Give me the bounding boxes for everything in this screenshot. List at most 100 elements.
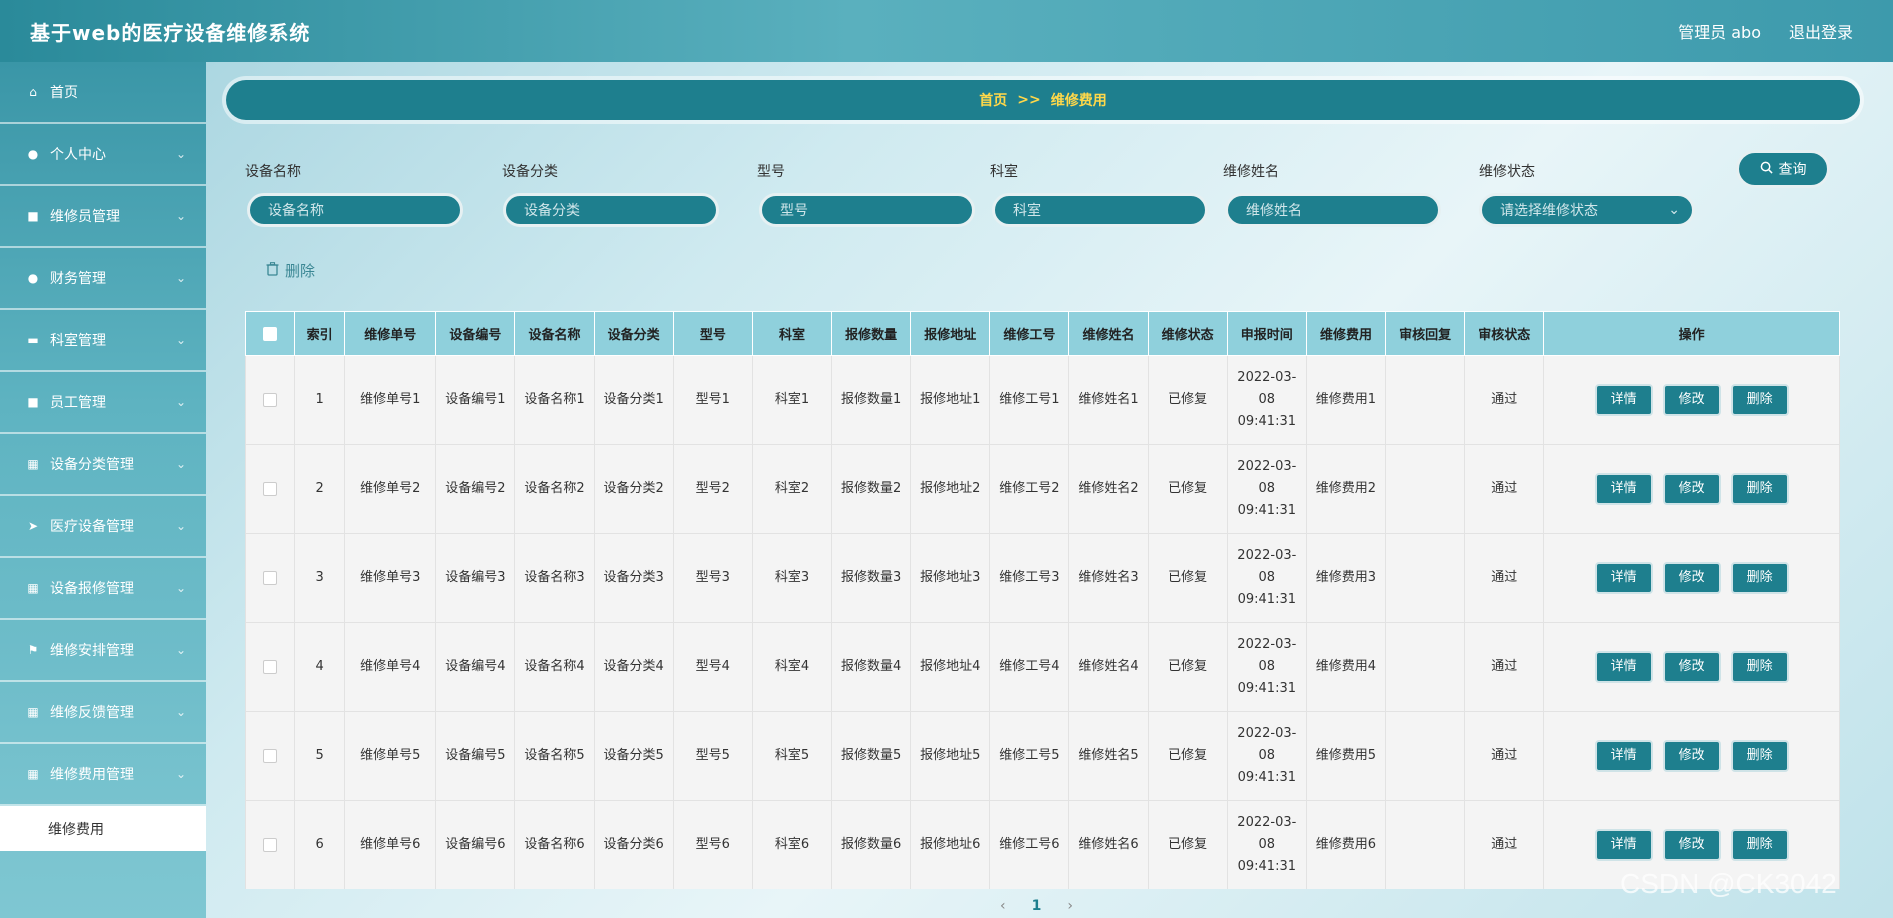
page-number[interactable]: 1: [1032, 898, 1042, 914]
cell-cat: 设备分类3: [593, 533, 674, 623]
cell-qty: 报修数量6: [831, 800, 912, 889]
detail-button[interactable]: 详情: [1594, 740, 1653, 772]
cell-name: 设备名称2: [514, 444, 595, 534]
cell-wname: 维修姓名4: [1068, 622, 1149, 712]
prev-page-button[interactable]: ‹: [1000, 898, 1006, 914]
sidebar-item-1[interactable]: ● 个人中心 ⌄: [0, 124, 206, 186]
next-page-button[interactable]: ›: [1067, 898, 1073, 914]
row-checkbox[interactable]: [245, 444, 296, 534]
column-header: 维修姓名: [1068, 311, 1149, 356]
row-checkbox[interactable]: [245, 711, 296, 801]
sidebar-item-label: 维修安排管理: [50, 643, 134, 659]
edit-button[interactable]: 修改: [1662, 740, 1721, 772]
cell-status: 已修复: [1147, 355, 1228, 445]
detail-button[interactable]: 详情: [1594, 829, 1653, 861]
edit-button[interactable]: 修改: [1662, 829, 1721, 861]
cell-actions: 详情 修改 删除: [1543, 533, 1840, 623]
detail-button[interactable]: 详情: [1594, 384, 1653, 416]
cell-addr: 报修地址2: [910, 444, 991, 534]
repair-status-select[interactable]: 请选择维修状态 ⌄: [1479, 193, 1695, 227]
sidebar-item-7[interactable]: ➤ 医疗设备管理 ⌄: [0, 496, 206, 558]
delete-button[interactable]: 删除: [1730, 473, 1789, 505]
sidebar-subitem-repair-fee[interactable]: 维修费用: [0, 806, 206, 851]
sidebar-item-3[interactable]: ● 财务管理 ⌄: [0, 248, 206, 310]
cell-dept: 科室1: [751, 355, 833, 445]
chevron-down-icon: ⌄: [175, 333, 186, 347]
breadcrumb-current: 维修费用: [1050, 93, 1107, 109]
sidebar-item-9[interactable]: ⚑ 维修安排管理 ⌄: [0, 620, 206, 682]
cell-fee: 维修费用2: [1305, 444, 1387, 534]
edit-button[interactable]: 修改: [1662, 651, 1721, 683]
model-input[interactable]: 型号: [759, 193, 975, 227]
sidebar-item-label: 设备报修管理: [50, 581, 134, 597]
device-name-input[interactable]: 设备名称: [247, 193, 463, 227]
sidebar-item-11[interactable]: ▦ 维修费用管理 ⌄: [0, 744, 206, 806]
cell-order: 维修单号2: [344, 444, 437, 534]
sidebar: ⌂ 首页 ● 个人中心 ⌄ ■ 维修员管理 ⌄ ● 财务管理 ⌄ ▬ 科室管理 ⌄ ■ 员工管理 ⌄ ▦ 设备分类管…: [0, 62, 206, 918]
sidebar-item-2[interactable]: ■ 维修员管理 ⌄: [0, 186, 206, 248]
column-header: 审核回复: [1385, 311, 1466, 356]
edit-button[interactable]: 修改: [1662, 562, 1721, 594]
sidebar-item-5[interactable]: ■ 员工管理 ⌄: [0, 372, 206, 434]
current-user[interactable]: 管理员 abo: [1678, 19, 1761, 43]
detail-button[interactable]: 详情: [1594, 651, 1653, 683]
delete-button[interactable]: 删除: [1730, 740, 1789, 772]
sidebar-item-8[interactable]: ▦ 设备报修管理 ⌄: [0, 558, 206, 620]
sidebar-item-10[interactable]: ▦ 维修反馈管理 ⌄: [0, 682, 206, 744]
cell-idx: 3: [294, 533, 346, 623]
cell-cat: 设备分类5: [593, 711, 674, 801]
cell-fee: 维修费用4: [1305, 622, 1387, 712]
delete-button[interactable]: 删除: [1730, 651, 1789, 683]
cell-name: 设备名称5: [514, 711, 595, 801]
row-checkbox[interactable]: [245, 533, 296, 623]
department-input[interactable]: 科室: [992, 193, 1208, 227]
send-icon: ➤: [27, 519, 39, 533]
delete-button[interactable]: 删除: [1730, 829, 1789, 861]
column-header: 型号: [672, 311, 753, 356]
sidebar-item-6[interactable]: ▦ 设备分类管理 ⌄: [0, 434, 206, 496]
logout-link[interactable]: 退出登录: [1789, 19, 1853, 43]
device-category-input[interactable]: 设备分类: [503, 193, 719, 227]
cell-code: 设备编号5: [435, 711, 516, 801]
cell-fee: 维修费用5: [1305, 711, 1387, 801]
repairer-name-input[interactable]: 维修姓名: [1225, 193, 1441, 227]
cell-model: 型号6: [672, 800, 753, 889]
cell-cat: 设备分类1: [593, 355, 674, 445]
cell-code: 设备编号2: [435, 444, 516, 534]
query-button[interactable]: 查询: [1736, 150, 1830, 188]
breadcrumb-home[interactable]: 首页: [979, 90, 1007, 110]
edit-button[interactable]: 修改: [1662, 384, 1721, 416]
select-all-checkbox[interactable]: [245, 311, 296, 356]
row-checkbox[interactable]: [245, 800, 296, 889]
chevron-down-icon: ⌄: [175, 519, 186, 533]
cell-name: 设备名称4: [514, 622, 595, 712]
cell-audit: 通过: [1464, 622, 1545, 712]
top-bar: 基于web的医疗设备维修系统 管理员 abo 退出登录: [0, 0, 1893, 62]
cell-status: 已修复: [1147, 533, 1228, 623]
detail-button[interactable]: 详情: [1594, 562, 1653, 594]
sidebar-item-label: 个人中心: [50, 147, 106, 163]
row-checkbox[interactable]: [245, 622, 296, 712]
row-checkbox[interactable]: [245, 355, 296, 445]
cell-dept: 科室6: [751, 800, 833, 889]
breadcrumb-separator: >>: [1017, 92, 1041, 108]
search-icon: [1760, 161, 1773, 178]
chevron-down-icon: ⌄: [175, 271, 186, 285]
sidebar-item-0[interactable]: ⌂ 首页: [0, 62, 206, 124]
cell-code: 设备编号4: [435, 622, 516, 712]
cell-wname: 维修姓名2: [1068, 444, 1149, 534]
delete-button[interactable]: 删除: [1730, 562, 1789, 594]
user-icon: ●: [27, 147, 39, 161]
detail-button[interactable]: 详情: [1594, 473, 1653, 505]
cell-actions: 详情 修改 删除: [1543, 444, 1840, 534]
cell-model: 型号3: [672, 533, 753, 623]
cell-order: 维修单号5: [344, 711, 437, 801]
delete-button[interactable]: 删除: [1730, 384, 1789, 416]
chevron-down-icon: ⌄: [175, 147, 186, 161]
cell-audit: 通过: [1464, 711, 1545, 801]
column-header: 操作: [1543, 311, 1840, 356]
sidebar-item-4[interactable]: ▬ 科室管理 ⌄: [0, 310, 206, 372]
batch-delete-button[interactable]: 删除: [266, 260, 315, 281]
edit-button[interactable]: 修改: [1662, 473, 1721, 505]
column-header: 维修状态: [1147, 311, 1228, 356]
